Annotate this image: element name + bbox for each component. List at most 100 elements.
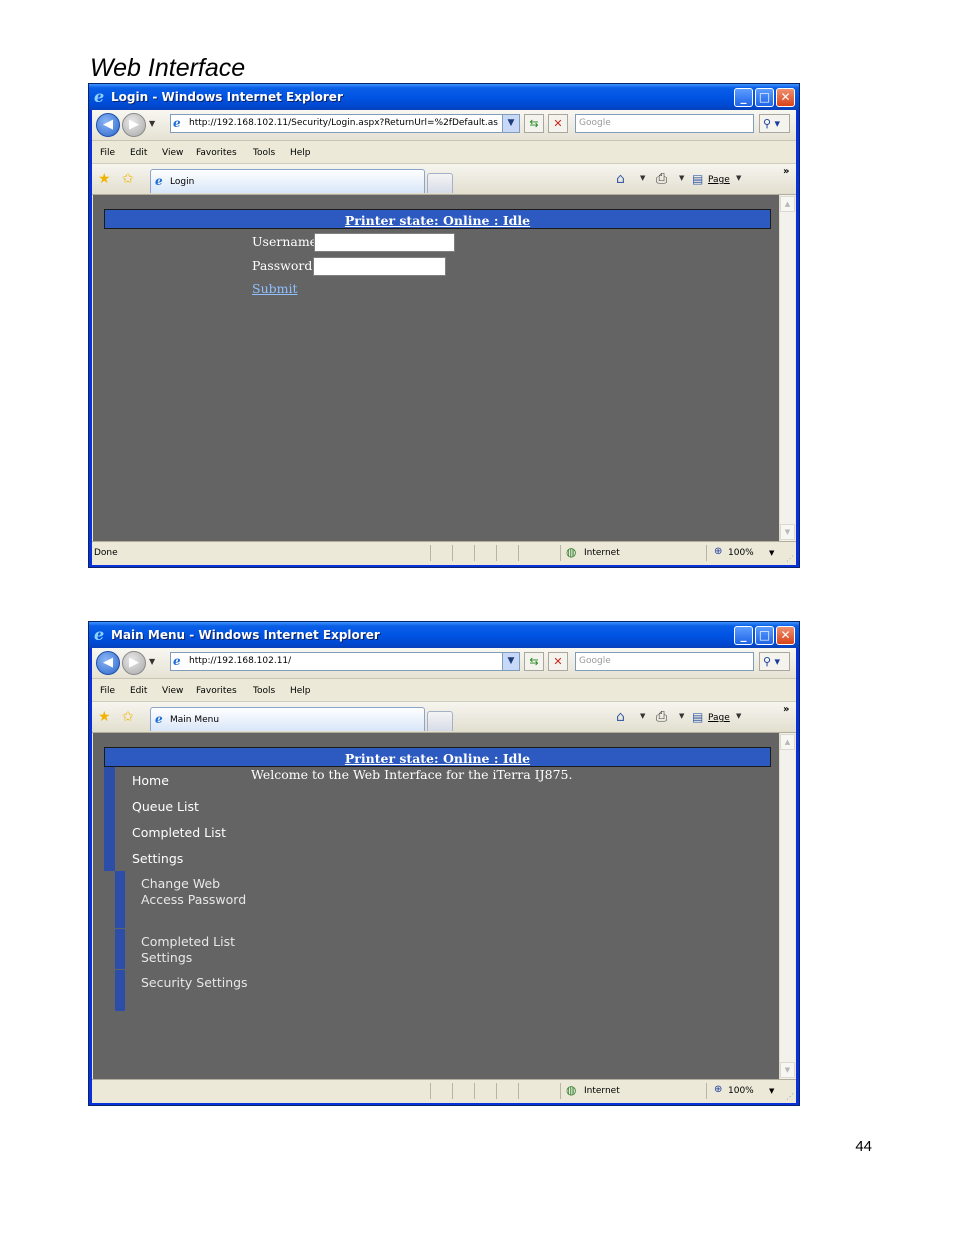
add-favorite-icon[interactable]: ✩ [122, 709, 134, 725]
vertical-scrollbar[interactable]: ▲ ▼ [779, 195, 795, 541]
nav-item-completed-list[interactable]: Completed List [104, 819, 244, 845]
home-icon[interactable]: ⌂ [616, 709, 625, 725]
page-number: 44 [855, 1138, 872, 1155]
zoom-icon[interactable]: ⊕ [714, 546, 722, 557]
zoom-dropdown-icon[interactable]: ▼ [769, 549, 774, 557]
new-tab-button[interactable] [427, 173, 453, 193]
menu-tools[interactable]: Tools [253, 148, 275, 158]
url-dropdown-icon[interactable]: ▼ [502, 653, 519, 670]
back-button[interactable]: ◀ [96, 651, 120, 675]
search-placeholder: Google [579, 118, 611, 128]
printer-state-link[interactable]: Printer state: Online : Idle [345, 751, 530, 766]
url-field[interactable]: e http://192.168.102.11/Security/Login.a… [170, 114, 520, 133]
page-menu-icon[interactable]: ▤ [692, 172, 703, 186]
title-bar[interactable]: e Login - Windows Internet Explorer _ □ … [89, 84, 799, 110]
tab-login[interactable]: e Login [150, 169, 425, 193]
stop-button[interactable]: ✕ [548, 652, 568, 671]
history-dropdown-icon[interactable]: ▼ [149, 119, 155, 128]
security-zone[interactable]: Internet [584, 1086, 620, 1096]
back-button[interactable]: ◀ [96, 113, 120, 137]
home-dropdown-icon[interactable]: ▼ [640, 712, 645, 720]
zoom-icon[interactable]: ⊕ [714, 1084, 722, 1095]
history-dropdown-icon[interactable]: ▼ [149, 657, 155, 666]
print-icon[interactable]: ⎙ [656, 709, 667, 725]
new-tab-button[interactable] [427, 711, 453, 731]
close-button[interactable]: ✕ [776, 626, 795, 645]
menu-file[interactable]: File [100, 686, 115, 696]
home-dropdown-icon[interactable]: ▼ [640, 174, 645, 182]
scroll-down-icon[interactable]: ▼ [780, 524, 795, 540]
resize-grip-icon[interactable]: ⋰ [786, 554, 794, 563]
menu-file[interactable]: File [100, 148, 115, 158]
print-dropdown-icon[interactable]: ▼ [679, 712, 684, 720]
nav-subitem-change-password[interactable]: Change Web Access Password [115, 871, 246, 928]
nav-subitem-completed-list-settings[interactable]: Completed List Settings [115, 929, 245, 969]
page-dropdown-icon[interactable]: ▼ [736, 174, 741, 182]
print-dropdown-icon[interactable]: ▼ [679, 174, 684, 182]
maximize-button[interactable]: □ [755, 626, 774, 645]
username-input[interactable] [314, 233, 455, 252]
printer-state-link[interactable]: Printer state: Online : Idle [345, 213, 530, 228]
nav-item-label: Home [132, 773, 169, 788]
status-divider [560, 545, 561, 561]
status-bar: ◍ Internet ⊕ 100% ▼ ⋰ [92, 1079, 796, 1103]
refresh-button[interactable]: ⇆ [524, 652, 544, 671]
nav-subitem-security-settings[interactable]: Security Settings [115, 970, 248, 1011]
globe-icon: ◍ [566, 1083, 577, 1097]
vertical-scrollbar[interactable]: ▲ ▼ [779, 733, 795, 1079]
scroll-down-icon[interactable]: ▼ [780, 1062, 795, 1078]
add-favorite-icon[interactable]: ✩ [122, 171, 134, 187]
nav-item-home[interactable]: Home [104, 767, 244, 793]
stop-button[interactable]: ✕ [548, 114, 568, 133]
minimize-button[interactable]: _ [734, 626, 753, 645]
zoom-level[interactable]: 100% [728, 1086, 754, 1096]
page-menu-button[interactable]: Page [708, 175, 730, 185]
zoom-dropdown-icon[interactable]: ▼ [769, 1087, 774, 1095]
search-button[interactable]: ⚲ ▾ [759, 114, 790, 133]
submit-link[interactable]: Submit [252, 281, 298, 296]
ie-logo-icon: e [94, 87, 105, 106]
page-dropdown-icon[interactable]: ▼ [736, 712, 741, 720]
menu-tools[interactable]: Tools [253, 686, 275, 696]
url-dropdown-icon[interactable]: ▼ [502, 115, 519, 132]
status-divider [474, 545, 475, 561]
password-input[interactable] [313, 257, 446, 276]
printer-state-bar: Printer state: Online : Idle [104, 209, 771, 229]
menu-edit[interactable]: Edit [130, 686, 147, 696]
chevron-more-icon[interactable]: » [783, 704, 789, 715]
menu-favorites[interactable]: Favorites [196, 148, 237, 158]
menu-help[interactable]: Help [290, 148, 311, 158]
minimize-button[interactable]: _ [734, 88, 753, 107]
title-bar[interactable]: e Main Menu - Windows Internet Explorer … [89, 622, 799, 648]
page-menu-icon[interactable]: ▤ [692, 710, 703, 724]
menu-favorites[interactable]: Favorites [196, 686, 237, 696]
nav-item-settings[interactable]: Settings [104, 845, 244, 871]
refresh-button[interactable]: ⇆ [524, 114, 544, 133]
menu-help[interactable]: Help [290, 686, 311, 696]
print-icon[interactable]: ⎙ [656, 171, 667, 187]
maximize-button[interactable]: □ [755, 88, 774, 107]
security-zone[interactable]: Internet [584, 548, 620, 558]
welcome-message: Welcome to the Web Interface for the iTe… [251, 767, 573, 782]
menu-view[interactable]: View [162, 148, 183, 158]
url-field[interactable]: e http://192.168.102.11/ ▼ [170, 652, 520, 671]
resize-grip-icon[interactable]: ⋰ [786, 1092, 794, 1101]
zoom-level[interactable]: 100% [728, 548, 754, 558]
tab-main-menu[interactable]: e Main Menu [150, 707, 425, 731]
forward-button[interactable]: ▶ [122, 651, 146, 675]
menu-view[interactable]: View [162, 686, 183, 696]
close-button[interactable]: ✕ [776, 88, 795, 107]
forward-button[interactable]: ▶ [122, 113, 146, 137]
chevron-more-icon[interactable]: » [783, 166, 789, 177]
search-button[interactable]: ⚲ ▾ [759, 652, 790, 671]
menu-edit[interactable]: Edit [130, 148, 147, 158]
home-icon[interactable]: ⌂ [616, 171, 625, 187]
scroll-up-icon[interactable]: ▲ [780, 734, 795, 750]
page-menu-button[interactable]: Page [708, 713, 730, 723]
search-input[interactable]: Google [575, 652, 754, 671]
favorites-star-icon[interactable]: ★ [98, 709, 111, 725]
nav-item-queue-list[interactable]: Queue List [104, 793, 244, 819]
scroll-up-icon[interactable]: ▲ [780, 196, 795, 212]
search-input[interactable]: Google [575, 114, 754, 133]
favorites-star-icon[interactable]: ★ [98, 171, 111, 187]
